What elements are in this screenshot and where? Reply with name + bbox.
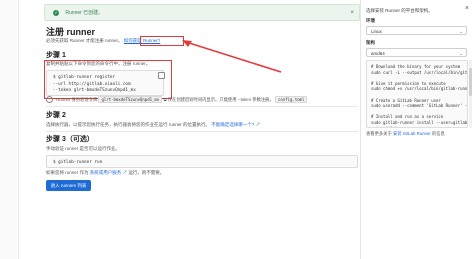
install-runner-docs-link[interactable]: 安装 GitLab Runner [393,131,431,136]
step-3-note: 如果您将 runner 作为 系统或用户服务 ↗ 运行，则不需要。 [46,170,164,176]
subtitle-text: 必须先获取 Runner 才能注册 runner。 [46,38,123,43]
eye-icon[interactable] [46,96,53,104]
step-1-title: 步骤 1 [46,52,66,59]
architecture-label: 架构 [366,40,375,45]
executor-help-link[interactable]: 不能确定选择哪一个? [211,122,254,127]
environment-select[interactable]: Linux ⌄ [366,26,467,35]
note-suffix: 运行，则不需要。 [128,170,165,175]
token-row: Runner 身份验证令牌 glrt-bmxdeTSzunvQnpd1_mx ⧉… [46,96,308,104]
scrollbar-thumb[interactable] [469,68,472,96]
close-icon[interactable]: × [350,5,354,22]
annotation-arrow-icon [182,40,282,73]
code-scrollbar[interactable] [469,60,472,128]
install-runner-drawer: 选择安装 Runner 的平台和架构。 × 环境 Linux ⌄ 架构 amd6… [360,0,474,259]
architecture-value: amd64 [371,51,385,56]
footer-text: 查看更多关于 [366,131,392,136]
step-2-title: 步骤 2 [46,112,66,119]
step-3-title: 步骤 3（可选） [46,136,94,143]
go-to-runners-list-button[interactable]: 进入 runners 列表 [46,180,91,191]
environment-label: 环境 [366,18,375,23]
banner-text: Runner 已创建。 [65,10,104,16]
annotation-command-frame [44,60,172,99]
environment-value: Linux [371,29,382,34]
copy-token-icon[interactable]: ⧉ [163,97,166,102]
success-banner: ✓ Runner 已创建。 × [44,4,360,21]
footer-suffix: 的信息 [431,131,445,136]
config-file-chip: config.toml [274,96,308,103]
chevron-down-icon: ⌄ [459,51,463,56]
token-label: Runner 身份验证令牌 [56,97,98,102]
install-commands-code: # Download the binary for your system su… [366,60,468,128]
divider [46,106,358,107]
divider [46,131,358,132]
drawer-header: 选择安装 Runner 的平台和架构。 [366,8,433,13]
external-link-icon: ↗ [255,122,261,127]
system-service-link[interactable]: 系统或用户服务 [90,170,122,175]
step-2-description: 选择执行器，以提示您执行任务，执行器会将您的作业在运行 runner 的位置执行… [46,122,260,128]
step-2-text: 选择执行器，以提示您执行任务，执行器会将您的作业在运行 runner 的位置执行… [46,122,211,127]
architecture-select[interactable]: amd64 ⌄ [366,48,467,57]
token-value: glrt-bmxdeTSzunvQnpd1_mx [98,96,163,103]
external-link-icon: ↗ [122,170,128,175]
token-note: 仅在创建后短时间内显示。只能使用 --token 参数注册。 [167,97,274,102]
note-text: 如果您将 runner 作为 [46,170,89,175]
drawer-footer: 查看更多关于 安装 GitLab Runner 的信息 [366,131,445,137]
main-content: ✓ Runner 已创建。 × 注册 runner 必须先获取 Runner 才… [26,0,360,259]
close-icon[interactable]: × [465,5,469,12]
code-line: $ gitlab-runner run [53,160,103,165]
step-3-description: 手动验证 runner 是否可以运行作业。 [46,146,121,151]
left-navigation-gutter [0,0,19,259]
run-command-code: $ gitlab-runner run [46,155,358,168]
chevron-down-icon: ⌄ [459,29,463,34]
check-circle-icon: ✓ [53,9,59,16]
page-title: 注册 runner [46,27,96,37]
